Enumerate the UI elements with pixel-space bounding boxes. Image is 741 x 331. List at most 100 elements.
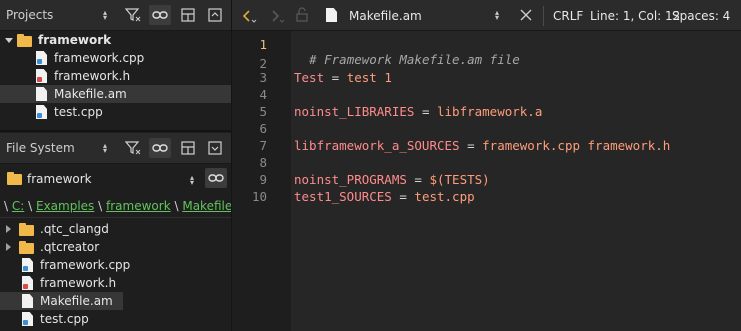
indentation-selector[interactable]: Spaces: 4 [672,9,730,23]
line-number: 2 [259,56,267,71]
back-button[interactable] [238,6,260,26]
breadcrumb-sep: \ [4,199,9,213]
filter-button[interactable] [122,138,144,158]
split-icon [181,141,195,155]
folder-icon [19,241,34,254]
collapse-panel-button[interactable] [204,5,226,25]
breadcrumb-sep: \ [28,199,33,213]
open-document-selector[interactable]: Makefile.am [349,9,422,23]
chevron-updown-icon[interactable]: ▴ ▾ [103,142,107,155]
fs-item-label: .qtc_clangd [40,222,109,236]
code-operator: = [414,104,437,119]
file-icon [36,87,47,101]
close-document-button[interactable] [518,7,536,25]
code-line: noinst_LIBRARIES = libframework.a [294,104,542,119]
expand-arrow-icon[interactable] [6,243,11,251]
code-line: test1_SOURCES = test.cpp [294,189,475,204]
fs-item-framework-cpp[interactable]: framework.cpp [0,256,231,274]
filesystem-view-selector[interactable]: File System [6,141,75,155]
code-value: framework.cpp framework.h [482,138,671,153]
code-variable: noinst_PROGRAMS [294,172,407,187]
code-operator: = [324,70,347,85]
cursor-position[interactable]: Line: 1, Col: 12 [590,9,680,23]
code-variable: libframework_a_SOURCES [294,138,460,153]
fs-item-framework-h[interactable]: framework.h [0,274,231,292]
line-number: 8 [259,155,267,170]
link-icon [152,144,168,152]
tree-item-framework-h[interactable]: framework.h [0,67,231,85]
fs-item-makefile[interactable]: Makefile.am [0,292,231,310]
fs-item-label: .qtcreator [40,240,100,254]
filesystem-header: File System ▴ ▾ [0,133,231,164]
expand-arrow-icon[interactable] [5,38,13,43]
tree-item-test-cpp[interactable]: test.cpp [0,103,231,121]
close-icon [520,9,532,21]
code-comment: # Framework Makefile.am file [309,52,520,67]
forward-arrow-icon [272,10,285,23]
breadcrumb-sep: \ [98,199,103,213]
line-ending-selector[interactable]: CRLF [553,9,583,23]
collapse-icon [208,8,222,22]
back-arrow-icon [242,10,257,23]
breadcrumb-link-examples[interactable]: Examples [36,199,94,213]
breadcrumb-sep: \ [174,199,179,213]
tree-item-framework-cpp[interactable]: framework.cpp [0,49,231,67]
code-variable: noinst_LIBRARIES [294,104,415,119]
folder-icon [19,223,34,236]
tree-item-label: Makefile.am [54,87,127,101]
line-number: 1 [259,37,267,52]
line-number: 10 [251,189,267,204]
fs-item-label: test.cpp [40,312,89,326]
panel-splitter[interactable] [0,130,231,132]
breadcrumb-divider [0,217,231,218]
fs-item-test-cpp[interactable]: test.cpp [0,310,231,328]
tree-item-makefile[interactable]: Makefile.am [0,85,231,103]
code-line: noinst_PROGRAMS = $(TESTS) [294,172,490,187]
split-button[interactable] [177,138,199,158]
lock-icon [296,7,308,22]
forward-button[interactable] [266,6,288,26]
link-icon [152,11,168,19]
breadcrumb-link-drive[interactable]: C: [12,199,24,213]
chevron-updown-icon: ▴ ▾ [190,173,195,187]
document-icon [326,8,337,22]
code-value: libframework.a [437,104,543,119]
chevron-updown-icon[interactable]: ▴ ▾ [103,9,107,22]
projects-header: Projects ▴ ▾ [0,0,231,31]
sync-button[interactable] [205,168,227,188]
cpp-file-icon [36,51,47,65]
line-number: 5 [259,104,267,119]
link-icon [208,174,224,182]
lock-button[interactable] [294,7,312,25]
filter-icon [125,8,141,22]
cpp-file-icon [22,258,33,272]
expand-arrow-icon[interactable] [6,225,11,233]
link-with-editor-button[interactable] [149,5,171,25]
chevron-updown-icon[interactable]: ▴ ▾ [495,9,499,22]
projects-view-selector[interactable]: Projects [6,8,53,22]
line-number: 6 [259,121,267,136]
line-number: 9 [259,172,267,187]
breadcrumb: \ C: \ Examples \ framework \ Makefile.a… [4,199,255,213]
code-value: $(TESTS) [429,172,490,187]
tree-item-label: test.cpp [54,105,103,119]
fs-item-qtc-clangd[interactable]: .qtc_clangd [0,220,231,238]
tree-item-framework[interactable]: framework [0,31,231,49]
code-variable: test1_SOURCES [294,189,392,204]
cpp-file-icon [22,312,33,326]
code-operator: = [459,138,483,153]
breadcrumb-link-framework[interactable]: framework [106,199,171,213]
close-panel-button[interactable] [204,138,226,158]
split-button[interactable] [177,5,199,25]
fs-item-qtcreator[interactable]: .qtcreator [0,238,231,256]
tree-item-label: framework.h [54,69,131,83]
filter-button[interactable] [122,5,144,25]
fs-item-label: framework.cpp [40,258,131,272]
tree-item-label: framework.cpp [54,51,145,65]
code-variable: Test [294,70,325,85]
fold-margin [277,31,291,331]
tree-item-label: framework [38,33,112,47]
folder-combo[interactable]: framework ▴ ▾ [0,165,205,192]
file-icon [22,294,33,308]
link-with-editor-button[interactable] [149,138,171,158]
